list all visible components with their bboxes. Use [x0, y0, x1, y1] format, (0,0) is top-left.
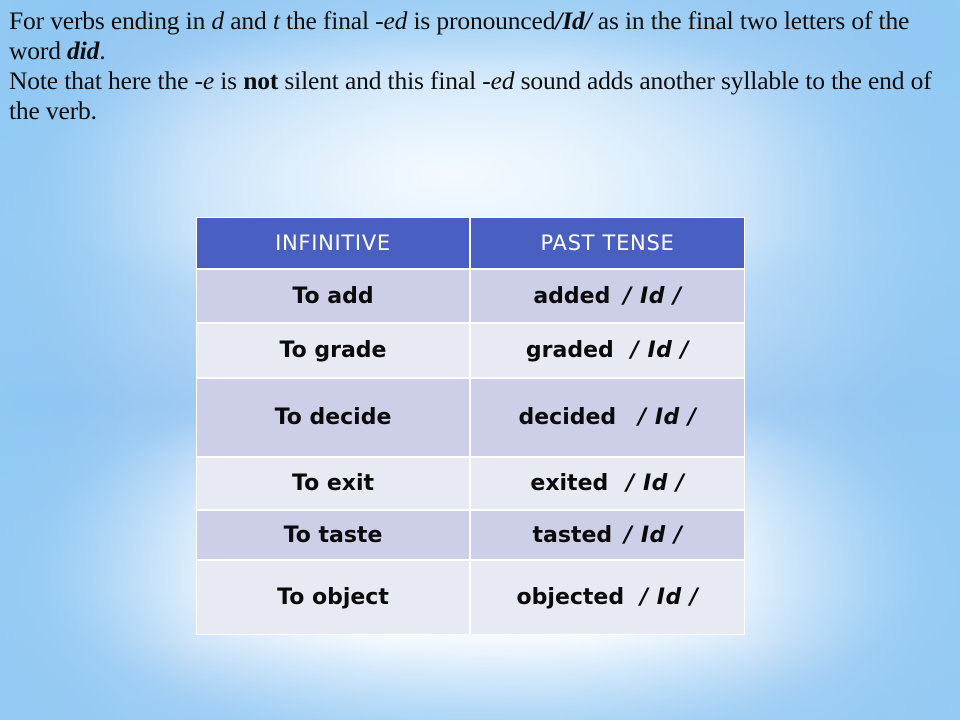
phonetic-text: / Id /	[623, 283, 682, 309]
past-tense-text: exited	[530, 471, 609, 496]
prose-paragraph-2: Note that here the -e is not silent and …	[9, 66, 953, 126]
explanatory-text: For verbs ending in d and t the final -e…	[9, 6, 953, 126]
prose-emphasis-d: d	[211, 6, 225, 35]
cell-past-tense: graded / Id /	[470, 323, 745, 378]
phonetic-text: / Id /	[638, 405, 697, 430]
prose-emphasis-ed: -ed	[375, 6, 408, 35]
cell-past-tense: decided / Id /	[470, 378, 745, 457]
past-tense-text: objected	[516, 585, 625, 610]
past-tense-text: tasted	[532, 522, 613, 548]
table-row: To grade graded / Id /	[196, 323, 745, 378]
prose-text: .	[99, 36, 106, 65]
phonetic-text: / Id /	[640, 585, 699, 610]
past-tense-group: decided / Id /	[471, 405, 744, 430]
infinitive-text: To taste	[283, 522, 383, 548]
past-tense-group: tasted / Id /	[471, 523, 744, 548]
infinitive-text: To exit	[291, 471, 375, 496]
table-body: To add added / Id / To grade graded / Id /…	[196, 269, 745, 635]
past-tense-group: graded / Id /	[471, 338, 744, 363]
prose-text: For verbs ending in	[9, 6, 212, 35]
phonetic-text: / Id /	[630, 338, 690, 363]
cell-past-tense: tasted / Id /	[470, 510, 745, 560]
cell-past-tense: added / Id /	[470, 269, 745, 323]
prose-phonetic-id: /Id/	[555, 6, 592, 35]
cell-infinitive: To object	[196, 560, 470, 635]
cell-infinitive: To add	[196, 269, 470, 323]
prose-text: is	[214, 66, 244, 95]
table-row: To add added / Id /	[196, 269, 745, 323]
past-tense-text: added	[533, 283, 611, 309]
infinitive-text: To decide	[274, 405, 392, 430]
column-header-infinitive: INFINITIVE	[196, 217, 470, 269]
cell-infinitive: To decide	[196, 378, 470, 457]
phonetic-text: / Id /	[626, 471, 685, 496]
prose-emphasis-did: did	[67, 36, 100, 65]
past-tense-group: objected / Id /	[471, 585, 744, 610]
cell-past-tense: exited / Id /	[470, 457, 745, 510]
table-row: To object objected / Id /	[196, 560, 745, 635]
prose-paragraph-1: For verbs ending in d and t the final -e…	[9, 6, 953, 66]
prose-text: silent and this final	[278, 66, 483, 95]
prose-emphasis-e: -e	[194, 66, 215, 95]
cell-infinitive: To exit	[196, 457, 470, 510]
cell-infinitive: To grade	[196, 323, 470, 378]
table-row: To taste tasted / Id /	[196, 510, 745, 560]
prose-text: and	[224, 6, 273, 35]
cell-past-tense: objected / Id /	[470, 560, 745, 635]
infinitive-text: To object	[277, 585, 389, 610]
verb-conjugation-table: INFINITIVE PAST TENSE To add added / Id /…	[196, 217, 745, 635]
past-tense-group: added / Id /	[471, 284, 744, 309]
phonetic-text: / Id /	[624, 522, 683, 548]
past-tense-text: decided	[518, 405, 617, 430]
infinitive-text: To add	[292, 283, 374, 309]
past-tense-group: exited / Id /	[471, 471, 744, 496]
table-row: To decide decided / Id /	[196, 378, 745, 457]
table-row: To exit exited / Id /	[196, 457, 745, 510]
prose-emphasis-not: not	[243, 66, 279, 95]
prose-text: is pronounced	[407, 6, 556, 35]
prose-text: Note that here the	[9, 66, 195, 95]
cell-infinitive: To taste	[196, 510, 470, 560]
prose-text: the final	[279, 6, 376, 35]
infinitive-text: To grade	[279, 338, 387, 363]
past-tense-text: graded	[525, 338, 614, 363]
prose-emphasis-t: t	[272, 6, 280, 35]
slide-canvas: For verbs ending in d and t the final -e…	[0, 0, 960, 720]
table-header-row: INFINITIVE PAST TENSE	[196, 217, 745, 269]
prose-emphasis-ed-2: -ed	[482, 66, 515, 95]
column-header-past-tense: PAST TENSE	[470, 217, 745, 269]
